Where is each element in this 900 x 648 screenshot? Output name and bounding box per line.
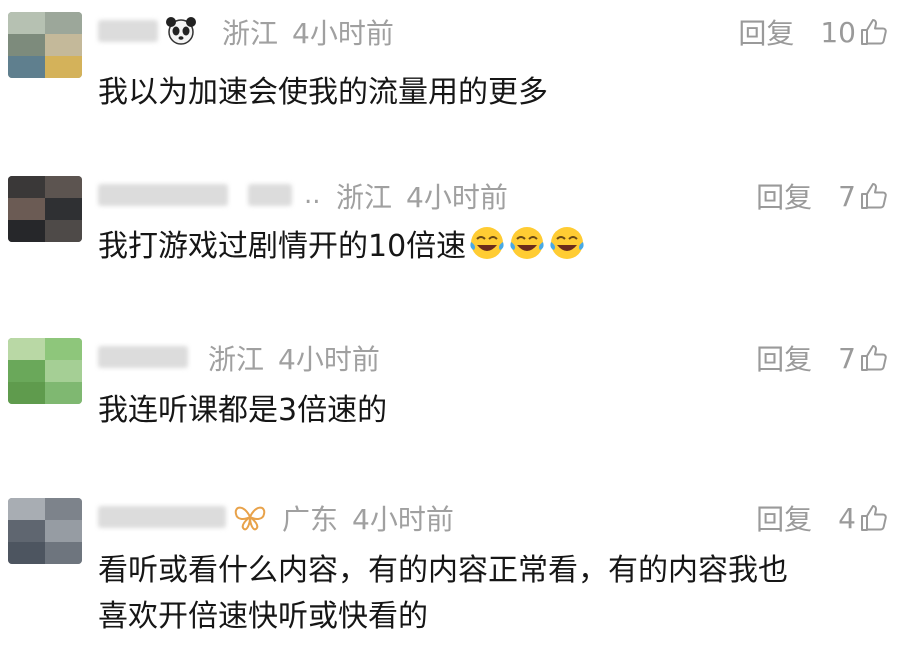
comment-text-body: 我打游戏过剧情开的10倍速 (98, 229, 467, 264)
location-label: 浙江 (336, 181, 393, 214)
comment-meta: 浙江 4小时前 (208, 338, 380, 378)
location-label: 广东 (282, 503, 339, 536)
thumbs-up-icon[interactable] (858, 17, 888, 47)
comment-item: .. 浙江 4小时前 回复 7 我打游戏过剧情开的10倍速 (0, 176, 900, 276)
username-blurred[interactable] (98, 16, 198, 46)
blurred-name (248, 184, 292, 206)
comment-actions: 回复 4 (756, 498, 888, 538)
blurred-name (98, 506, 226, 528)
time-label: 4小时前 (352, 503, 454, 536)
laugh-cry-emoji (470, 227, 504, 259)
avatar[interactable] (8, 498, 82, 564)
like-count: 7 (838, 341, 856, 375)
reply-button[interactable]: 回复 (756, 338, 812, 378)
panda-icon (166, 17, 196, 45)
comment-actions: 回复 7 (756, 176, 888, 216)
comment-meta: 浙江 4小时前 (222, 12, 394, 52)
avatar[interactable] (8, 12, 82, 78)
comment-actions: 回复 7 (756, 338, 888, 378)
reply-button[interactable]: 回复 (756, 176, 812, 216)
butterfly-icon (234, 506, 266, 531)
comment-meta: 广东 4小时前 (282, 498, 454, 538)
avatar[interactable] (8, 338, 82, 404)
reply-button[interactable]: 回复 (756, 498, 812, 538)
time-label: 4小时前 (406, 181, 508, 214)
comment-text: 我连听课都是3倍速的 (98, 393, 388, 428)
comment-item: 浙江 4小时前 回复 10 我以为加速会使我的流量用的更多 (0, 12, 900, 122)
laugh-cry-emoji (550, 227, 584, 259)
blurred-name (98, 346, 188, 368)
location-label: 浙江 (208, 343, 265, 376)
comment-text: 我打游戏过剧情开的10倍速 (98, 224, 880, 270)
time-label: 4小时前 (278, 343, 380, 376)
laugh-cry-emoji (510, 227, 544, 259)
username-blurred[interactable] (98, 342, 188, 372)
username-blurred[interactable] (98, 502, 268, 532)
comment-list: 浙江 4小时前 回复 10 我以为加速会使我的流量用的更多 .. 浙江 4小时前… (0, 0, 900, 648)
thumbs-up-icon[interactable] (858, 343, 888, 373)
thumbs-up-icon[interactable] (858, 181, 888, 211)
like-count: 10 (820, 15, 856, 49)
comment-meta: 浙江 4小时前 (336, 176, 508, 216)
comment-item: 广东 4小时前 回复 4 看听或看什么内容，有的内容正常看，有的内容我也 喜欢开… (0, 498, 900, 648)
comment-actions: 回复 10 (738, 12, 888, 52)
blurred-name (98, 184, 228, 206)
username-blurred[interactable]: .. (98, 180, 321, 210)
like-count: 4 (838, 501, 856, 535)
reply-button[interactable]: 回复 (738, 12, 794, 52)
like-count: 7 (838, 179, 856, 213)
time-label: 4小时前 (292, 17, 394, 50)
comment-item: 浙江 4小时前 回复 7 我连听课都是3倍速的 (0, 338, 900, 438)
thumbs-up-icon[interactable] (858, 503, 888, 533)
avatar[interactable] (8, 176, 82, 242)
comment-text: 看听或看什么内容，有的内容正常看，有的内容我也 喜欢开倍速快听或快看的 (98, 553, 788, 634)
location-label: 浙江 (222, 17, 279, 50)
comment-text: 我以为加速会使我的流量用的更多 (98, 75, 548, 110)
blurred-name (98, 20, 158, 42)
